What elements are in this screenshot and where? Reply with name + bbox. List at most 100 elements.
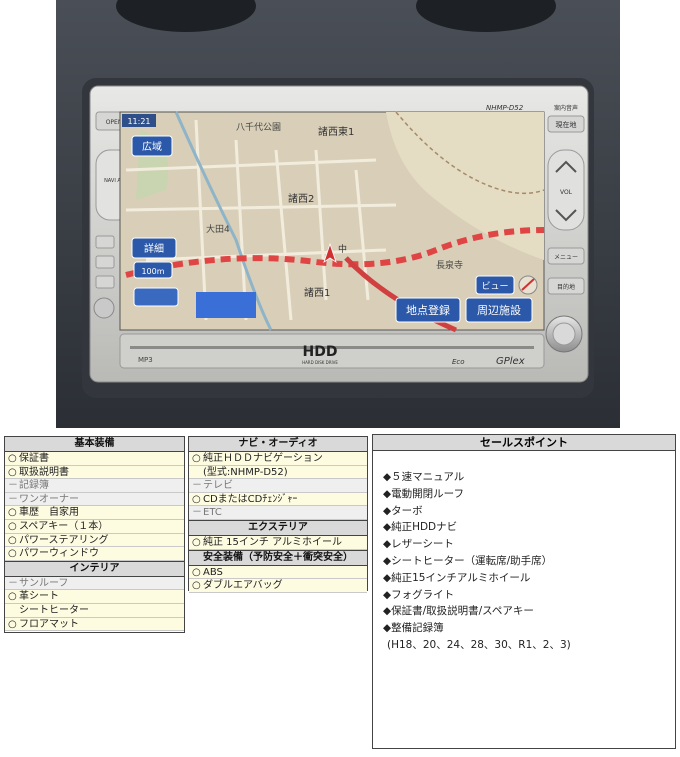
svg-text:MP3: MP3 (138, 356, 153, 364)
svg-text:案内音声: 案内音声 (554, 104, 578, 112)
navi-audio-title: ナビ・オーディオ (189, 437, 367, 452)
equipped-mark: ○ (8, 618, 17, 630)
equipped-mark: ○ (8, 548, 17, 560)
basic-row-label: 車歴 自家用 (19, 507, 79, 519)
not-equipped-mark: － (192, 480, 202, 492)
navi-audio-panel: ナビ・オーディオ ○ 純正ＨＤＤナビゲーション (型式:NHMP-D52) －テレビ ○… (188, 436, 368, 593)
not-equipped-mark: － (8, 480, 18, 492)
equipped-mark: ○ (192, 493, 201, 505)
svg-text:周辺施設: 周辺施設 (477, 303, 521, 317)
not-equipped-mark: － (8, 493, 18, 505)
svg-text:詳細: 詳細 (144, 242, 164, 255)
navi-row-label: CDまたはCDﾁｪﾝｼﾞｬｰ (203, 493, 298, 505)
sales-point-item: ◆レザーシート (383, 538, 454, 551)
equipped-mark: ○ (192, 580, 201, 592)
exterior-title: エクステリア (189, 519, 367, 536)
basic-row-label: ワンオーナー (19, 493, 79, 505)
svg-text:目的地: 目的地 (557, 283, 575, 291)
svg-text:ビュー: ビュー (481, 281, 508, 292)
equipped-mark: ○ (8, 591, 17, 603)
basic-row-label: 記録簿 (19, 480, 49, 492)
svg-text:VOL: VOL (560, 189, 573, 196)
interior-row: ○ 革シート (5, 590, 184, 604)
svg-text:メニュー: メニュー (554, 254, 578, 261)
svg-text:現在地: 現在地 (556, 120, 577, 129)
basic-row: ○ パワーウィンドウ (5, 547, 184, 561)
sales-point-item: ◆５速マニュアル (383, 471, 465, 483)
equipped-mark: ○ (192, 566, 201, 578)
basic-row-label: パワーステアリング (19, 534, 109, 546)
basic-row: ○ 取扱説明書 (5, 465, 184, 480)
safety-row-label: ダブルエアバッグ (203, 580, 283, 592)
sales-point-item: ◆整備記録簿 (383, 622, 444, 635)
interior-row-label: シートヒーター (19, 604, 89, 616)
safety-title: 安全装備（予防安全＋衝突安全） (189, 549, 367, 566)
navi-row-label: (型式:NHMP-D52) (203, 466, 288, 478)
sales-point-item: ◆電動開閉ルーフ (383, 487, 464, 500)
svg-text:11:21: 11:21 (127, 117, 150, 126)
svg-text:中: 中 (338, 243, 347, 255)
not-equipped-mark: － (192, 507, 202, 519)
interior-row: ○ フロアマット (5, 617, 184, 632)
navi-row: －テレビ (189, 479, 367, 493)
safety-row-label: ABS (203, 566, 223, 578)
navigation-unit-photo: OPEN NAVI AV 案内音声 現在地 VOL メニュー 目的地 NHMP-… (56, 0, 620, 428)
basic-row: ○ パワーステアリング (5, 533, 184, 548)
basic-equipment-panel: 基本装備 ○ 保証書 ○ 取扱説明書 －記録簿 －ワンオーナー ○ 車歴 自家用 ○ スペアキー（… (4, 436, 185, 633)
svg-text:100m: 100m (141, 267, 164, 276)
sales-point-item: ◆ターボ (383, 504, 423, 517)
basic-row-label: 保証書 (19, 453, 49, 464)
sales-points-panel: セールスポイント ◆５速マニュアル ◆電動開閉ルーフ ◆ターボ ◆純正HDDナビ ◆レザ… (372, 434, 676, 749)
equipped-mark: ○ (8, 453, 17, 464)
sales-points-title: セールスポイント (373, 435, 675, 451)
safety-row: ○ ABS (189, 565, 367, 580)
not-equipped-mark: － (8, 577, 18, 589)
exterior-row: ○ 純正 15インチ アルミホイール (189, 535, 367, 550)
navi-row-label: 純正ＨＤＤナビゲーション (203, 453, 323, 464)
basic-row: ○ 車歴 自家用 (5, 506, 184, 520)
svg-text:八千代公園: 八千代公園 (236, 122, 281, 133)
basic-row: －ワンオーナー (5, 492, 184, 507)
interior-row-label: サンルーフ (19, 577, 69, 589)
svg-text:広域: 広域 (142, 140, 162, 153)
svg-text:地点登録: 地点登録 (406, 303, 450, 317)
svg-text:諸西東1: 諸西東1 (318, 125, 354, 138)
basic-row: －記録簿 (5, 479, 184, 493)
basic-row-label: パワーウィンドウ (19, 548, 99, 560)
map-screen: 八千代公園 諸西東1 諸西2 大田4 長泉寺 諸西1 中 11:21 広域 詳細… (119, 111, 545, 333)
navi-row-label: テレビ (203, 480, 233, 492)
interior-row: シートヒーター (5, 603, 184, 618)
basic-equipment-title: 基本装備 (5, 437, 184, 452)
interior-row-label: 革シート (19, 591, 59, 603)
safety-row: ○ ダブルエアバッグ (189, 579, 367, 593)
sales-points-list: ◆５速マニュアル ◆電動開閉ルーフ ◆ターボ ◆純正HDDナビ ◆レザーシート ◆シートヒ… (373, 451, 675, 654)
sales-point-item: ◆純正15インチアルミホイール (383, 571, 531, 584)
equipped-mark: ○ (192, 453, 201, 464)
navi-row-label: ETC (203, 507, 222, 519)
interior-row: －サンルーフ (5, 576, 184, 591)
sales-point-item: ◆シートヒーター（運転席/助手席） (383, 554, 553, 567)
equipped-mark: ○ (8, 466, 17, 478)
basic-row-label: 取扱説明書 (19, 466, 69, 478)
svg-text:大田4: 大田4 (206, 223, 230, 235)
svg-text:HARD DISK DRIVE: HARD DISK DRIVE (302, 360, 338, 365)
sales-point-item: ◆純正HDDナビ (383, 521, 458, 534)
exterior-row-label: 純正 15インチ アルミホイール (203, 536, 342, 548)
equipped-mark: ○ (8, 534, 17, 546)
basic-row: ○ スペアキー（１本） (5, 519, 184, 534)
svg-text:諸西1: 諸西1 (304, 286, 330, 299)
interior-row-label: フロアマット (19, 618, 79, 630)
interior-title: インテリア (5, 560, 184, 577)
equipped-mark: ○ (8, 507, 17, 519)
svg-text:長泉寺: 長泉寺 (436, 259, 463, 271)
navi-row: ○ CDまたはCDﾁｪﾝｼﾞｬｰ (189, 492, 367, 507)
navi-row: (型式:NHMP-D52) (189, 465, 367, 480)
navi-row: ○ 純正ＨＤＤナビゲーション (189, 452, 367, 466)
navi-row: －ETC (189, 506, 367, 520)
svg-text:HDD: HDD (303, 344, 338, 360)
maintenance-record-years: (H18、20、24、28、30、R1、2、3) (387, 638, 571, 651)
svg-text:Eco: Eco (452, 358, 465, 366)
equipped-mark: ○ (8, 520, 17, 532)
svg-text:GPlex: GPlex (496, 356, 525, 367)
svg-text:NHMP-D52: NHMP-D52 (486, 104, 524, 112)
